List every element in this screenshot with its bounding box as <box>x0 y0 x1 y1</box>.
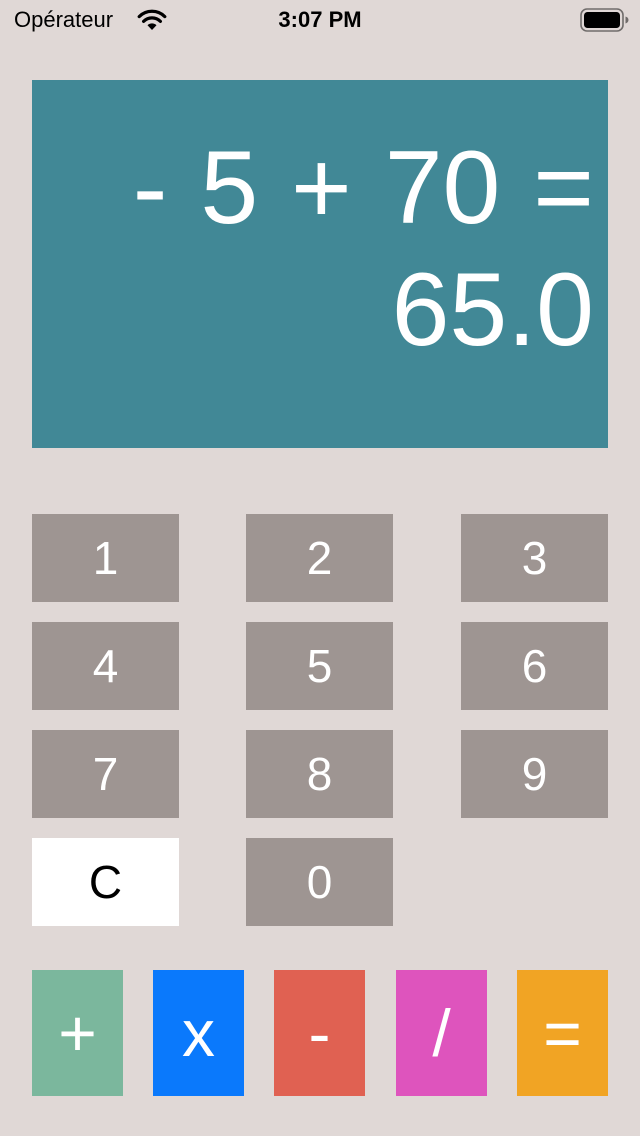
digit-7-button[interactable]: 7 <box>32 730 179 818</box>
digit-4-button[interactable]: 4 <box>32 622 179 710</box>
calculator-display: - 5 + 70 = 65.0 <box>32 80 608 448</box>
multiply-button[interactable]: x <box>153 970 244 1096</box>
plus-button[interactable]: + <box>32 970 123 1096</box>
status-time: 3:07 PM <box>278 7 362 32</box>
digit-2-button[interactable]: 2 <box>246 514 393 602</box>
digit-3-button[interactable]: 3 <box>461 514 608 602</box>
digit-1-button[interactable]: 1 <box>32 514 179 602</box>
digit-6-button[interactable]: 6 <box>461 622 608 710</box>
digit-5-button[interactable]: 5 <box>246 622 393 710</box>
status-bar: Opérateur 3:07 PM <box>0 0 640 40</box>
digit-9-button[interactable]: 9 <box>461 730 608 818</box>
battery-icon <box>580 8 630 32</box>
equals-button[interactable]: = <box>517 970 608 1096</box>
expression-text: - 5 + 70 = <box>132 130 594 246</box>
clear-button[interactable]: C <box>32 838 179 926</box>
minus-button[interactable]: - <box>274 970 365 1096</box>
digit-8-button[interactable]: 8 <box>246 730 393 818</box>
divide-button[interactable]: / <box>396 970 487 1096</box>
result-text: 65.0 <box>391 252 594 368</box>
digit-0-button[interactable]: 0 <box>246 838 393 926</box>
